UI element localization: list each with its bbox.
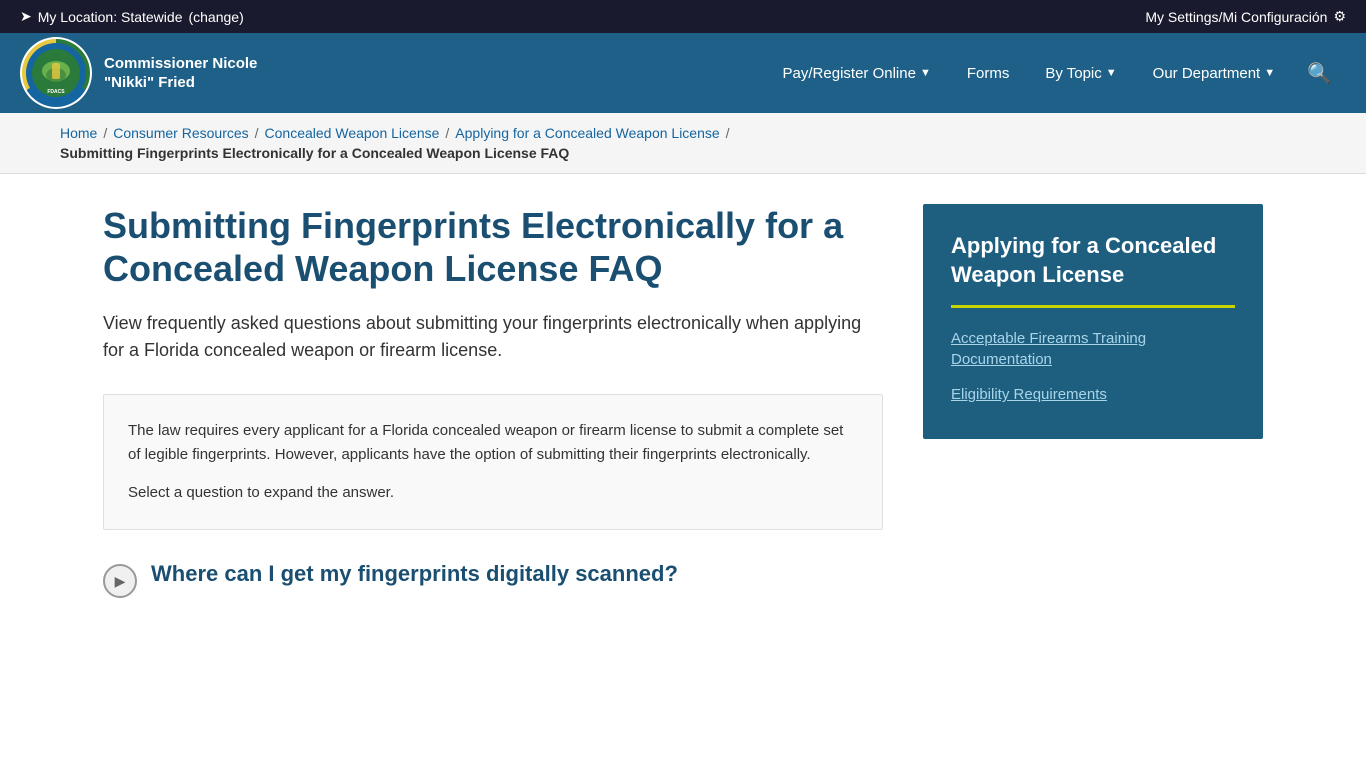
- pay-register-chevron-icon: ▼: [920, 67, 931, 79]
- breadcrumb-concealed-weapon-license[interactable]: Concealed Weapon License: [265, 125, 440, 141]
- settings-gear-icon: ⚙: [1333, 8, 1346, 25]
- sidebar-box-title: Applying for a Concealed Weapon License: [951, 232, 1235, 289]
- breadcrumb-sep-3: /: [445, 125, 449, 141]
- sidebar-link-eligibility[interactable]: Eligibility Requirements: [951, 384, 1235, 405]
- content-box: The law requires every applicant for a F…: [103, 394, 883, 530]
- nav-link-by-topic[interactable]: By Topic ▼: [1027, 55, 1134, 92]
- main-content: Submitting Fingerprints Electronically f…: [103, 204, 883, 598]
- breadcrumb-sep-1: /: [103, 125, 107, 141]
- by-topic-chevron-icon: ▼: [1106, 67, 1117, 79]
- body-paragraph-2: Select a question to expand the answer.: [128, 481, 858, 505]
- main-container: Submitting Fingerprints Electronically f…: [43, 174, 1323, 638]
- breadcrumb-sep-2: /: [255, 125, 259, 141]
- change-location-link[interactable]: (change): [188, 9, 243, 25]
- main-nav: FDACS Commissioner Nicole "Nikki" Fried …: [0, 33, 1366, 113]
- nav-commissioner-title: Commissioner Nicole "Nikki" Fried: [104, 54, 284, 93]
- svg-text:FDACS: FDACS: [47, 89, 65, 95]
- sidebar-box: Applying for a Concealed Weapon License …: [923, 204, 1263, 439]
- top-bar-right: My Settings/Mi Configuración ⚙: [1145, 8, 1346, 25]
- breadcrumb-sep-4: /: [726, 125, 730, 141]
- top-bar: ➤ My Location: Statewide (change) My Set…: [0, 0, 1366, 33]
- search-button[interactable]: 🔍: [1293, 51, 1346, 96]
- nav-logo: FDACS Commissioner Nicole "Nikki" Fried: [20, 37, 284, 109]
- logo-image: FDACS: [22, 39, 90, 107]
- settings-link[interactable]: My Settings/Mi Configuración: [1145, 9, 1327, 25]
- faq-toggle-1[interactable]: ▶: [103, 564, 137, 598]
- breadcrumb-row1: Home / Consumer Resources / Concealed We…: [60, 125, 1306, 141]
- faq-item-1: ▶ Where can I get my fingerprints digita…: [103, 560, 883, 598]
- sidebar-divider: [951, 305, 1235, 308]
- faq-question-1[interactable]: Where can I get my fingerprints digitall…: [151, 560, 678, 589]
- body-paragraph-1: The law requires every applicant for a F…: [128, 419, 858, 467]
- sidebar-link-firearms-training[interactable]: Acceptable Firearms Training Documentati…: [951, 328, 1235, 370]
- breadcrumb: Home / Consumer Resources / Concealed We…: [0, 113, 1366, 174]
- sidebar: Applying for a Concealed Weapon License …: [923, 204, 1263, 598]
- top-bar-left: ➤ My Location: Statewide (change): [20, 8, 244, 25]
- nav-link-forms[interactable]: Forms: [949, 55, 1028, 92]
- nav-link-our-department[interactable]: Our Department ▼: [1135, 55, 1293, 92]
- breadcrumb-current: Submitting Fingerprints Electronically f…: [60, 145, 1306, 161]
- page-subtitle: View frequently asked questions about su…: [103, 310, 883, 364]
- location-label: My Location: Statewide: [38, 9, 183, 25]
- faq-chevron-right-icon: ▶: [115, 573, 126, 590]
- nav-link-pay-register[interactable]: Pay/Register Online ▼: [765, 55, 949, 92]
- page-title: Submitting Fingerprints Electronically f…: [103, 204, 883, 290]
- breadcrumb-applying[interactable]: Applying for a Concealed Weapon License: [455, 125, 719, 141]
- breadcrumb-home[interactable]: Home: [60, 125, 97, 141]
- nav-links: Pay/Register Online ▼ Forms By Topic ▼ O…: [765, 51, 1346, 96]
- logo-circle: FDACS: [20, 37, 92, 109]
- breadcrumb-consumer-resources[interactable]: Consumer Resources: [113, 125, 248, 141]
- our-department-chevron-icon: ▼: [1264, 67, 1275, 79]
- location-arrow-icon: ➤: [20, 8, 32, 25]
